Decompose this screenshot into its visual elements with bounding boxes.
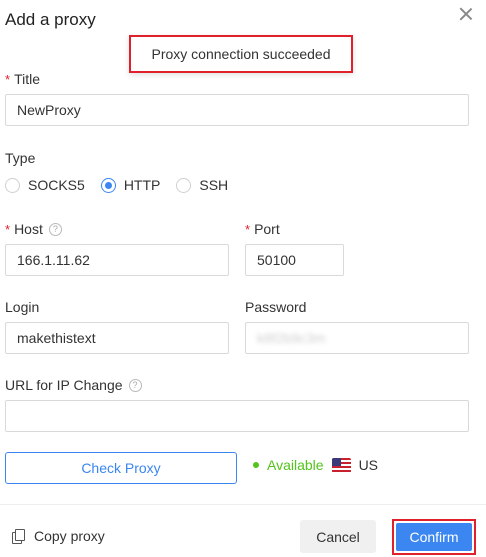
- password-input[interactable]: k8f2b9c3m: [245, 322, 469, 354]
- footer-divider: [0, 504, 486, 505]
- login-label-text: Login: [5, 299, 40, 315]
- url-ip-change-label: URL for IP Change ?: [5, 377, 142, 393]
- password-input-value: k8f2b9c3m: [257, 330, 326, 346]
- proxy-status: Available US: [253, 457, 378, 473]
- password-label: Password: [245, 299, 306, 315]
- help-icon[interactable]: ?: [48, 222, 62, 236]
- type-radio-group: SOCKS5 HTTP SSH: [5, 177, 244, 193]
- status-text: Available: [267, 457, 324, 473]
- port-label-text: Port: [254, 221, 280, 237]
- status-dot-icon: [253, 462, 259, 468]
- country-code: US: [358, 457, 379, 473]
- password-label-text: Password: [245, 299, 307, 315]
- title-input[interactable]: NewProxy: [5, 94, 469, 126]
- close-icon[interactable]: [456, 4, 476, 24]
- url-ip-change-input[interactable]: [5, 400, 469, 432]
- host-label-text: Host: [14, 221, 43, 237]
- check-proxy-button[interactable]: Check Proxy: [5, 452, 237, 484]
- title-input-value: NewProxy: [17, 102, 81, 118]
- port-label: * Port: [245, 221, 280, 237]
- radio-circle-icon: [176, 177, 192, 193]
- type-label-text: Type: [5, 150, 36, 166]
- url-ip-change-label-text: URL for IP Change: [5, 377, 123, 393]
- radio-socks5-label: SOCKS5: [28, 177, 85, 193]
- us-flag-icon: [331, 457, 351, 473]
- port-input-value: 50100: [257, 252, 296, 268]
- required-marker: *: [5, 221, 11, 237]
- copy-proxy-button[interactable]: Copy proxy: [12, 528, 105, 544]
- toast-message: Proxy connection succeeded: [151, 46, 331, 62]
- host-input-value: 166.1.11.62: [17, 252, 90, 268]
- add-proxy-dialog: Add a proxy Proxy connection succeeded *…: [0, 0, 486, 557]
- radio-http[interactable]: HTTP: [100, 177, 161, 193]
- radio-ssh[interactable]: SSH: [176, 177, 228, 193]
- title-label-text: Title: [14, 71, 40, 87]
- host-input[interactable]: 166.1.11.62: [5, 244, 229, 276]
- dialog-title: Add a proxy: [5, 10, 96, 29]
- radio-http-label: HTTP: [123, 177, 161, 193]
- login-label: Login: [5, 299, 39, 315]
- login-input-value: makethistext: [17, 330, 96, 346]
- required-marker: *: [245, 221, 251, 237]
- host-label: * Host ?: [5, 221, 62, 237]
- required-marker: *: [5, 71, 11, 87]
- port-input[interactable]: 50100: [245, 244, 344, 276]
- toast-notification: Proxy connection succeeded: [129, 35, 353, 73]
- copy-proxy-label: Copy proxy: [34, 528, 105, 544]
- confirm-button[interactable]: Confirm: [396, 523, 472, 551]
- cancel-button[interactable]: Cancel: [300, 520, 376, 553]
- radio-socks5[interactable]: SOCKS5: [5, 177, 85, 193]
- title-label: * Title: [5, 71, 40, 87]
- login-input[interactable]: makethistext: [5, 322, 229, 354]
- type-label: Type: [5, 150, 35, 166]
- radio-selected-icon: [100, 177, 116, 193]
- confirm-highlight: Confirm: [392, 519, 476, 555]
- help-icon[interactable]: ?: [128, 378, 142, 392]
- copy-icon: [12, 529, 25, 544]
- radio-ssh-label: SSH: [199, 177, 229, 193]
- radio-circle-icon: [5, 177, 20, 193]
